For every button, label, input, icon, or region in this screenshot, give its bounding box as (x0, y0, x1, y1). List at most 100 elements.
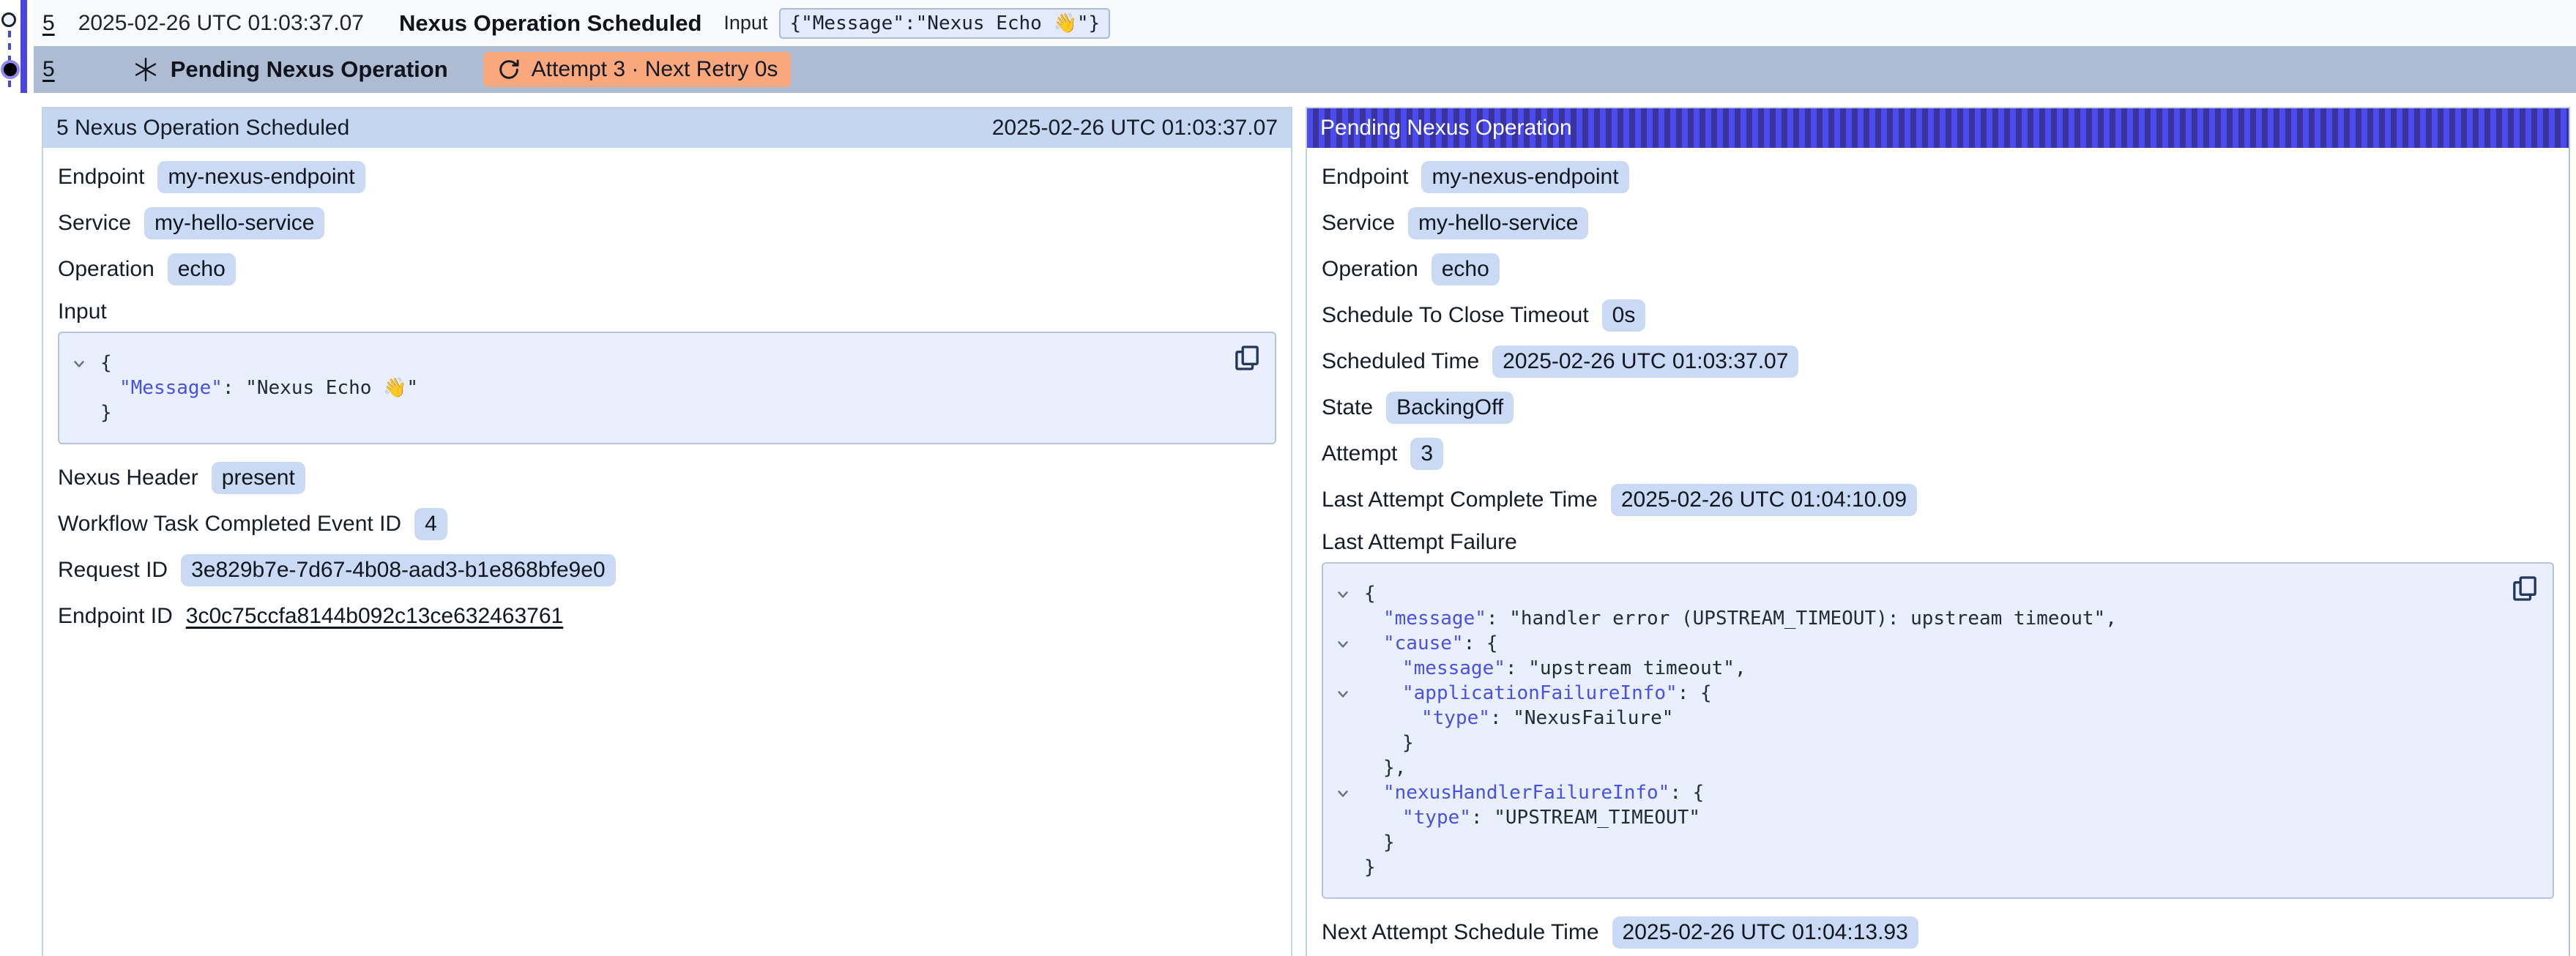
chevron-down-icon[interactable] (71, 356, 87, 372)
json-text: , (1735, 657, 1746, 679)
json-text: "NexusFailure" (1513, 707, 1673, 729)
operation-value-badge: echo (168, 253, 236, 285)
field-row-endpoint: Endpointmy-nexus-endpoint (58, 161, 1276, 193)
field-label-endpoint-id: Endpoint ID (58, 604, 173, 629)
event-id-link[interactable]: 5 (42, 11, 55, 36)
field-row-operation: Operationecho (1322, 253, 2554, 285)
field-label-last-attempt-failure: Last Attempt Failure (1322, 530, 2554, 555)
event-detail-header: 5 Nexus Operation Scheduled 2025-02-26 U… (43, 108, 1291, 148)
field-label-service: Service (1322, 211, 1395, 236)
retry-badge-label: Attempt 3 · Next Retry 0s (532, 57, 778, 82)
service-value-badge: my-hello-service (144, 207, 324, 239)
json-text: "UPSTREAM_TIMEOUT" (1494, 807, 1700, 829)
field-row-schedule-to-close-timeout: Schedule To Close Timeout0s (1322, 299, 2554, 332)
field-label-request-id: Request ID (58, 558, 168, 583)
field-label-attempt: Attempt (1322, 441, 1397, 466)
request-id-value-badge: 3e829b7e-7d67-4b08-aad3-b1e868bfe9e0 (181, 554, 616, 586)
json-key: "cause" (1383, 632, 1464, 654)
code-line: } (1323, 855, 2501, 880)
workflow-task-completed-event-id-value-badge: 4 (414, 508, 447, 540)
json-text: }, (1383, 757, 1406, 779)
state-value-badge: BackingOff (1386, 392, 1514, 424)
code-block-input: {"Message": "Nexus Echo 👋"} (58, 332, 1276, 444)
code-line: "type": "UPSTREAM_TIMEOUT" (1323, 805, 2501, 830)
nexus-header-value-badge: present (212, 462, 305, 494)
field-row-operation: Operation echo (58, 253, 1276, 285)
field-row-last-attempt-complete-time: Last Attempt Complete Time 2025-02-26 UTC… (1322, 484, 2554, 516)
json-text: } (1364, 856, 1376, 878)
pending-operation-body: Endpointmy-nexus-endpointServicemy-hello… (1307, 148, 2569, 949)
field-row-endpoint-id: Endpoint ID 3c0c75ccfa8144b092c13ce632463… (58, 600, 1276, 632)
field-row-next-attempt-schedule-time: Next Attempt Schedule Time2025-02-26 UTC… (1322, 916, 2554, 949)
json-text: : { (1464, 632, 1498, 654)
code-line: } (1323, 731, 2501, 755)
pending-row-selected[interactable]: 5 Pending Nexus Operation Attempt 3 · Ne… (34, 46, 2576, 93)
json-text: : (1490, 707, 1513, 729)
json-text: { (1364, 583, 1376, 605)
field-label-endpoint: Endpoint (58, 165, 144, 190)
event-name: Nexus Operation Scheduled (399, 10, 701, 37)
field-label-endpoint: Endpoint (1322, 165, 1408, 190)
event-row-scheduled[interactable]: 5 2025-02-26 UTC 01:03:37.07 Nexus Opera… (34, 0, 2576, 46)
json-text: "upstream timeout" (1528, 657, 1735, 679)
field-row-nexus-header: Nexus Headerpresent (58, 462, 1276, 494)
last-attempt-complete-time-value-badge: 2025-02-26 UTC 01:04:10.09 (1611, 484, 1917, 516)
code-line: { (1323, 581, 2501, 606)
event-marker-open-circle (1, 12, 16, 27)
pending-operation-title: Pending Nexus Operation (1320, 116, 1572, 141)
chevron-down-icon[interactable] (1335, 686, 1351, 702)
json-text: : (1505, 657, 1528, 679)
schedule-to-close-timeout-value-badge: 0s (1602, 299, 1646, 332)
code-line: { (59, 351, 1224, 376)
field-row-state: StateBackingOff (1322, 392, 2554, 424)
retry-icon (496, 57, 521, 82)
event-detail-timestamp: 2025-02-26 UTC 01:03:37.07 (992, 116, 1278, 141)
event-timestamp: 2025-02-26 UTC 01:03:37.07 (78, 11, 364, 36)
json-text: , (2105, 608, 2117, 630)
field-row-request-id: Request ID 3e829b7e-7d67-4b08-aad3-b1e868… (58, 554, 1276, 586)
field-row-attempt: Attempt3 (1322, 438, 2554, 470)
field-row-service: Servicemy-hello-service (58, 207, 1276, 239)
field-label-input: Input (58, 299, 1276, 324)
event-detail-panel: 5 Nexus Operation Scheduled 2025-02-26 U… (42, 107, 1292, 956)
pending-id-link[interactable]: 5 (42, 57, 55, 82)
copy-icon[interactable] (2509, 572, 2541, 605)
event-marker-current-dot (1, 60, 20, 79)
pending-operation-panel: Pending Nexus Operation Endpointmy-nexus… (1306, 107, 2570, 956)
chevron-down-icon[interactable] (1335, 586, 1351, 602)
code-line: } (59, 400, 1224, 425)
copy-icon[interactable] (1231, 342, 1263, 374)
field-row-service: Service my-hello-service (1322, 207, 2554, 239)
json-text: } (1402, 732, 1414, 754)
json-text: { (100, 352, 112, 374)
field-row-workflow-task-completed-event-id: Workflow Task Completed Event ID 4 (58, 508, 1276, 540)
json-key: "message" (1383, 608, 1486, 630)
chevron-down-icon[interactable] (1335, 785, 1351, 802)
field-label-last-attempt-complete-time: Last Attempt Complete Time (1322, 488, 1598, 512)
input-label: Input (723, 12, 767, 34)
service-value-badge: my-hello-service (1408, 207, 1588, 239)
code-block-last-attempt-failure: {"message": "handler error (UPSTREAM_TIM… (1322, 562, 2554, 899)
code-line: "cause": { (1323, 631, 2501, 656)
pending-asterisk-icon (133, 56, 159, 83)
json-text: } (100, 402, 112, 424)
json-text: } (1383, 832, 1395, 854)
field-label-next-attempt-schedule-time: Next Attempt Schedule Time (1322, 920, 1599, 945)
json-key: "type" (1402, 807, 1471, 829)
timeline-active-bar (21, 0, 27, 93)
code-line: "message": "handler error (UPSTREAM_TIME… (1323, 606, 2501, 631)
code-line: "applicationFailureInfo": { (1323, 681, 2501, 706)
json-text: : { (1669, 782, 1704, 804)
json-text: : (1486, 608, 1509, 630)
input-preview-chip: {"Message":"Nexus Echo 👋"} (779, 8, 1110, 39)
field-label-scheduled-time: Scheduled Time (1322, 349, 1479, 374)
json-text: "handler error (UPSTREAM_TIMEOUT): upstr… (1509, 608, 2105, 630)
chevron-down-icon[interactable] (1335, 636, 1351, 652)
code-line: }, (1323, 755, 2501, 780)
json-key: "message" (1402, 657, 1505, 679)
json-text: : (223, 377, 245, 399)
endpoint-id-link[interactable]: 3c0c75ccfa8144b092c13ce632463761 (186, 604, 563, 629)
field-label-operation: Operation (58, 257, 155, 282)
field-label-workflow-task-completed-event-id: Workflow Task Completed Event ID (58, 512, 401, 537)
code-line: "type": "NexusFailure" (1323, 706, 2501, 731)
